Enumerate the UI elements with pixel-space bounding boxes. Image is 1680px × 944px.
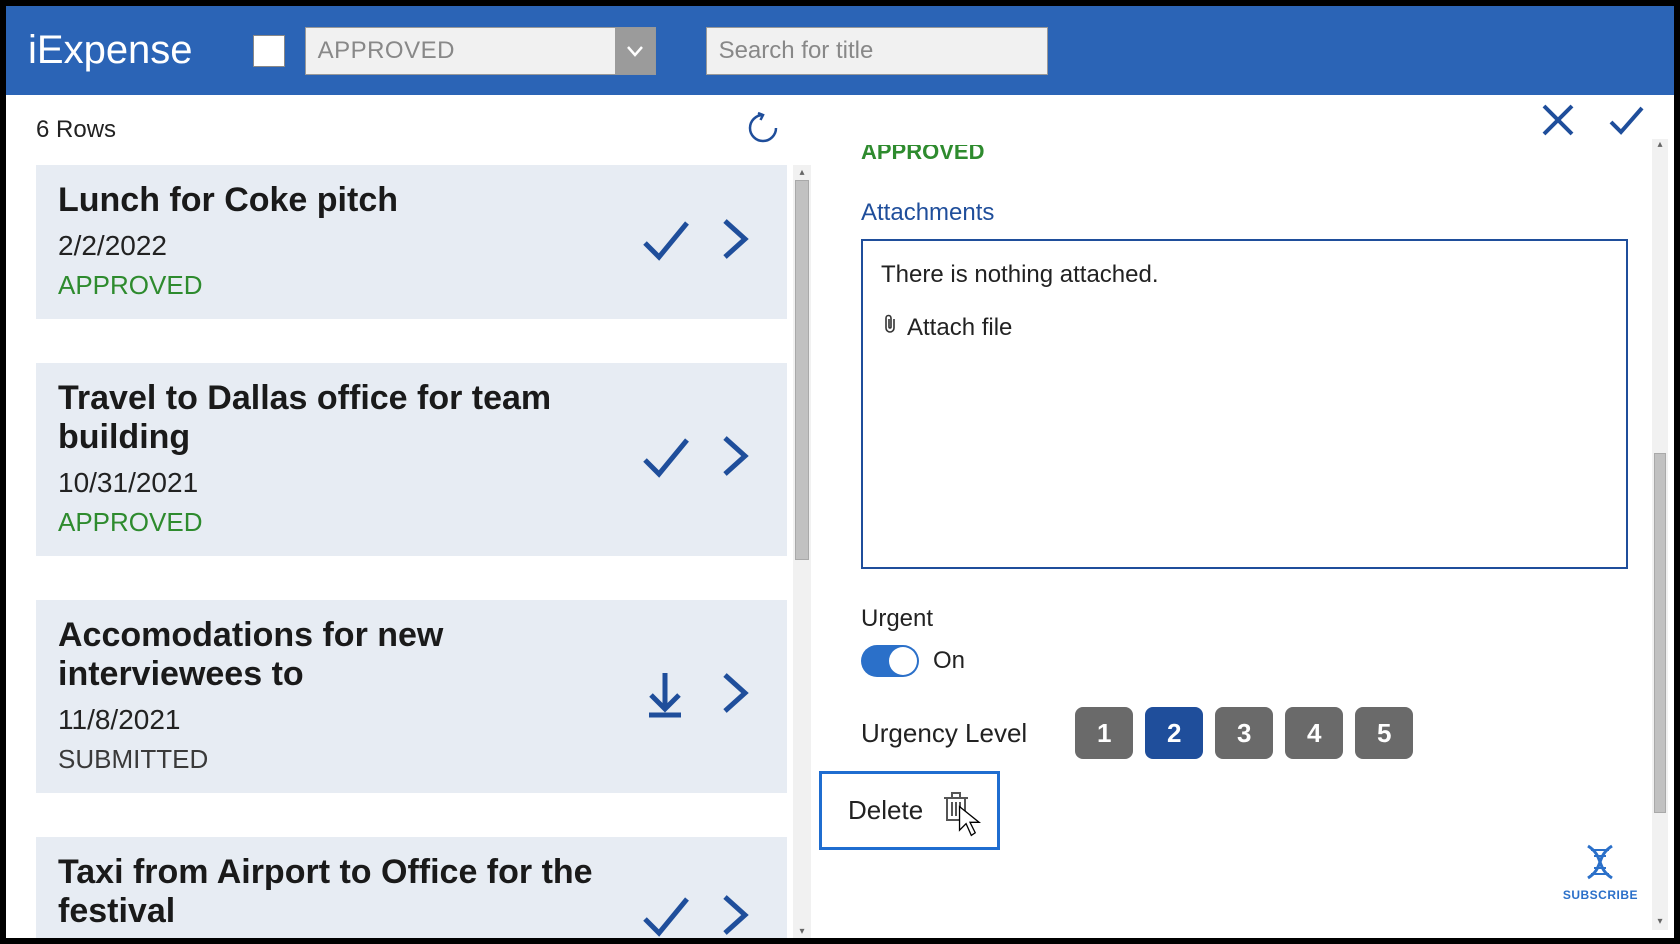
subscribe-badge[interactable]: SUBSCRIBE: [1563, 840, 1638, 902]
detail-scrollbar[interactable]: ▴ ▾: [1652, 139, 1668, 930]
close-icon[interactable]: [1538, 100, 1578, 145]
list-item-title: Travel to Dallas office for team buildin…: [58, 379, 639, 457]
list-item[interactable]: Accomodations for new interviewees to 11/…: [36, 600, 787, 793]
attach-file-button[interactable]: Attach file: [881, 313, 1608, 342]
approve-check-icon[interactable]: [639, 889, 691, 939]
attachments-box[interactable]: There is nothing attached. Attach file: [861, 239, 1628, 569]
urgent-label: Urgent: [861, 605, 1628, 633]
scrollbar-thumb[interactable]: [795, 180, 809, 560]
urgency-level-3[interactable]: 3: [1215, 707, 1273, 759]
list-scrollbar[interactable]: ▴ ▾: [793, 165, 811, 938]
rows-count-label: 6 Rows: [36, 116, 116, 144]
approve-check-icon[interactable]: [639, 430, 691, 487]
scroll-down-icon[interactable]: ▾: [799, 924, 804, 938]
search-input-wrapper[interactable]: [706, 27, 1048, 75]
status-dropdown-value: APPROVED: [306, 37, 615, 65]
list-item[interactable]: Taxi from Airport to Office for the fest…: [36, 837, 787, 938]
paperclip-icon: [881, 313, 899, 342]
urgency-level-2[interactable]: 2: [1145, 707, 1203, 759]
search-input[interactable]: [719, 37, 1035, 65]
attachments-label: Attachments: [861, 199, 1628, 227]
urgency-level-1[interactable]: 1: [1075, 707, 1133, 759]
detail-pane: ▴ ▾ APPROVED Attachments There is nothin…: [811, 95, 1674, 938]
delete-button[interactable]: Delete: [819, 771, 1000, 850]
list-item-status: SUBMITTED: [58, 744, 639, 775]
list-item-title: Accomodations for new interviewees to: [58, 616, 639, 694]
urgent-toggle-value: On: [933, 647, 965, 675]
chevron-right-icon[interactable]: [709, 667, 761, 724]
list-item-date: 2/2/2022: [58, 230, 639, 262]
list-item-title: Taxi from Airport to Office for the fest…: [58, 853, 639, 931]
urgency-level-label: Urgency Level: [861, 718, 1027, 749]
expense-list-pane: 6 Rows Lunch for Coke pitch 2/2/2022 APPRO…: [6, 95, 811, 938]
scrollbar-thumb[interactable]: [1654, 453, 1666, 813]
list-item-status: APPROVED: [58, 507, 639, 538]
urgent-toggle[interactable]: [861, 645, 919, 677]
list-item-date: 11/8/2021: [58, 704, 639, 736]
header-bar: iExpense APPROVED: [0, 0, 1680, 95]
list-item[interactable]: Lunch for Coke pitch 2/2/2022 APPROVED: [36, 165, 787, 319]
urgency-level-5[interactable]: 5: [1355, 707, 1413, 759]
status-dropdown[interactable]: APPROVED: [305, 27, 656, 75]
detail-status: APPROVED: [861, 139, 1628, 165]
approve-check-icon[interactable]: [639, 213, 691, 270]
list-item[interactable]: Travel to Dallas office for team buildin…: [36, 363, 787, 556]
urgency-level-4[interactable]: 4: [1285, 707, 1343, 759]
list-item-status: APPROVED: [58, 270, 639, 301]
delete-label: Delete: [848, 795, 923, 826]
list-item-date: 10/31/2021: [58, 467, 639, 499]
attachments-empty-text: There is nothing attached.: [881, 261, 1608, 289]
scroll-up-icon[interactable]: ▴: [1657, 139, 1662, 153]
subscribe-label: SUBSCRIBE: [1563, 888, 1638, 902]
app-title: iExpense: [28, 28, 193, 73]
refresh-icon[interactable]: [745, 110, 781, 151]
list-item-title: Lunch for Coke pitch: [58, 181, 639, 220]
attach-file-label: Attach file: [907, 314, 1012, 342]
scroll-up-icon[interactable]: ▴: [799, 165, 804, 179]
confirm-check-icon[interactable]: [1606, 100, 1646, 145]
trash-icon: [941, 790, 971, 831]
download-icon[interactable]: [639, 667, 691, 724]
chevron-down-icon[interactable]: [615, 28, 655, 74]
dna-icon: [1578, 840, 1622, 884]
mouse-cursor-icon: [955, 804, 985, 838]
filter-checkbox[interactable]: [253, 35, 285, 67]
chevron-right-icon[interactable]: [709, 430, 761, 487]
scroll-down-icon[interactable]: ▾: [1657, 916, 1662, 930]
chevron-right-icon[interactable]: [709, 889, 761, 939]
chevron-right-icon[interactable]: [709, 213, 761, 270]
